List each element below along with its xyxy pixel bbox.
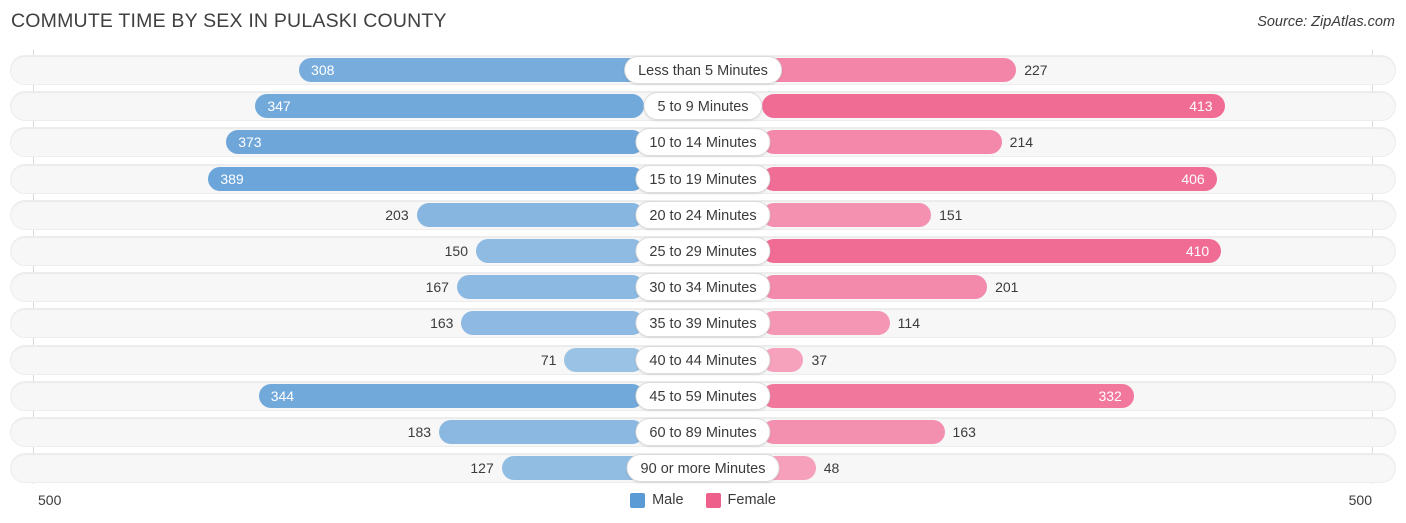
bar-value-male: 71: [540, 351, 557, 368]
bar-value-female: 406: [1181, 170, 1205, 187]
bar-value-male: 344: [270, 387, 295, 404]
bar-value-male: 163: [430, 315, 454, 332]
category-label-pill: 5 to 9 Minutes: [643, 92, 763, 121]
category-label-pill: 45 to 59 Minutes: [635, 381, 771, 410]
chart-row: 344 332 45 to 59 Minutes: [10, 380, 1396, 411]
bar-male[interactable]: [299, 58, 644, 82]
bar-female[interactable]: [762, 130, 1002, 155]
source-label: Source: ZipAtlas.com: [1257, 14, 1395, 30]
bar-female[interactable]: [762, 420, 945, 444]
bar-value-female: 151: [939, 206, 963, 223]
bar-male[interactable]: [564, 347, 644, 372]
category-label-pill: 20 to 24 Minutes: [635, 200, 771, 229]
chart-row: 347 413 5 to 9 Minutes: [10, 91, 1396, 122]
chart-row: 183 163 60 to 89 Minutes: [10, 417, 1396, 447]
category-label-pill: Less than 5 Minutes: [624, 56, 782, 84]
bar-value-female: 163: [952, 424, 976, 440]
bar-value-female: 201: [995, 279, 1019, 296]
bar-value-male: 127: [470, 460, 494, 477]
bar-female[interactable]: [762, 239, 1222, 263]
bar-value-male: 373: [238, 134, 262, 151]
bar-male[interactable]: [258, 383, 644, 408]
bar-value-male: 347: [267, 98, 291, 115]
bar-value-female: 37: [811, 351, 828, 368]
bar-male[interactable]: [439, 420, 644, 444]
bar-female[interactable]: [762, 202, 932, 227]
chart-row: 203 151 20 to 24 Minutes: [10, 199, 1396, 230]
bar-value-male: 150: [444, 243, 468, 259]
bar-value-female: 227: [1024, 62, 1048, 78]
bar-male[interactable]: [226, 130, 644, 155]
bar-male[interactable]: [255, 94, 644, 119]
bar-male[interactable]: [208, 166, 644, 191]
legend-label: Male: [652, 492, 684, 508]
bar-male[interactable]: [416, 202, 644, 227]
category-label-pill: 90 or more Minutes: [626, 454, 780, 483]
chart-legend: Male Female: [0, 492, 1406, 508]
chart-row: 373 214 10 to 14 Minutes: [10, 127, 1396, 158]
bar-value-male: 389: [220, 170, 244, 187]
category-label-pill: 60 to 89 Minutes: [635, 418, 771, 446]
page-title: COMMUTE TIME BY SEX IN PULASKI COUNTY: [11, 10, 447, 32]
category-label-pill: 40 to 44 Minutes: [635, 345, 771, 374]
bar-female[interactable]: [762, 383, 1134, 408]
chart-row: 150 410 25 to 29 Minutes: [10, 236, 1396, 266]
bar-female[interactable]: [762, 275, 988, 300]
bar-value-female: 48: [823, 460, 840, 477]
legend-label: Female: [727, 492, 776, 508]
legend-item-male[interactable]: Male: [630, 492, 684, 508]
category-label-pill: 35 to 39 Minutes: [635, 309, 771, 338]
chart-plot-area: 308 227 Less than 5 Minutes 347 413 5 to 9 Mi…: [0, 50, 1406, 484]
category-label-pill: 25 to 29 Minutes: [635, 237, 771, 265]
bar-female[interactable]: [762, 94, 1225, 119]
chart-row: 389 406 15 to 19 Minutes: [10, 163, 1396, 194]
chart-row: 127 48 90 or more Minutes: [10, 453, 1396, 484]
bar-female[interactable]: [762, 166, 1217, 191]
category-label-pill: 10 to 14 Minutes: [635, 128, 771, 157]
chart-row: 71 37 40 to 44 Minutes: [10, 344, 1396, 375]
square-swatch-icon: [705, 492, 721, 508]
legend-item-female[interactable]: Female: [705, 492, 776, 508]
bar-value-male: 167: [425, 279, 449, 296]
bar-male[interactable]: [456, 275, 644, 300]
bar-female[interactable]: [762, 58, 1017, 82]
bar-value-female: 410: [1185, 243, 1210, 259]
bar-male[interactable]: [501, 456, 644, 481]
chart-row: 163 114 35 to 39 Minutes: [10, 308, 1396, 339]
bar-value-female: 114: [897, 315, 920, 332]
chart-row: 308 227 Less than 5 Minutes: [10, 55, 1396, 85]
bar-female[interactable]: [762, 311, 890, 336]
category-label-pill: 15 to 19 Minutes: [635, 164, 771, 193]
bar-value-male: 183: [407, 424, 432, 440]
bar-value-female: 332: [1098, 387, 1122, 404]
bar-value-female: 413: [1189, 98, 1213, 115]
chart-row: 167 201 30 to 34 Minutes: [10, 272, 1396, 303]
bar-value-female: 214: [1009, 134, 1034, 151]
bar-male[interactable]: [476, 239, 644, 263]
bar-value-male: 203: [385, 206, 409, 223]
category-label-pill: 30 to 34 Minutes: [635, 273, 771, 302]
bar-male[interactable]: [461, 311, 644, 336]
bar-value-male: 308: [311, 62, 335, 78]
chart-footer: 500 500 Male Female: [0, 484, 1406, 523]
square-swatch-icon: [630, 492, 646, 508]
